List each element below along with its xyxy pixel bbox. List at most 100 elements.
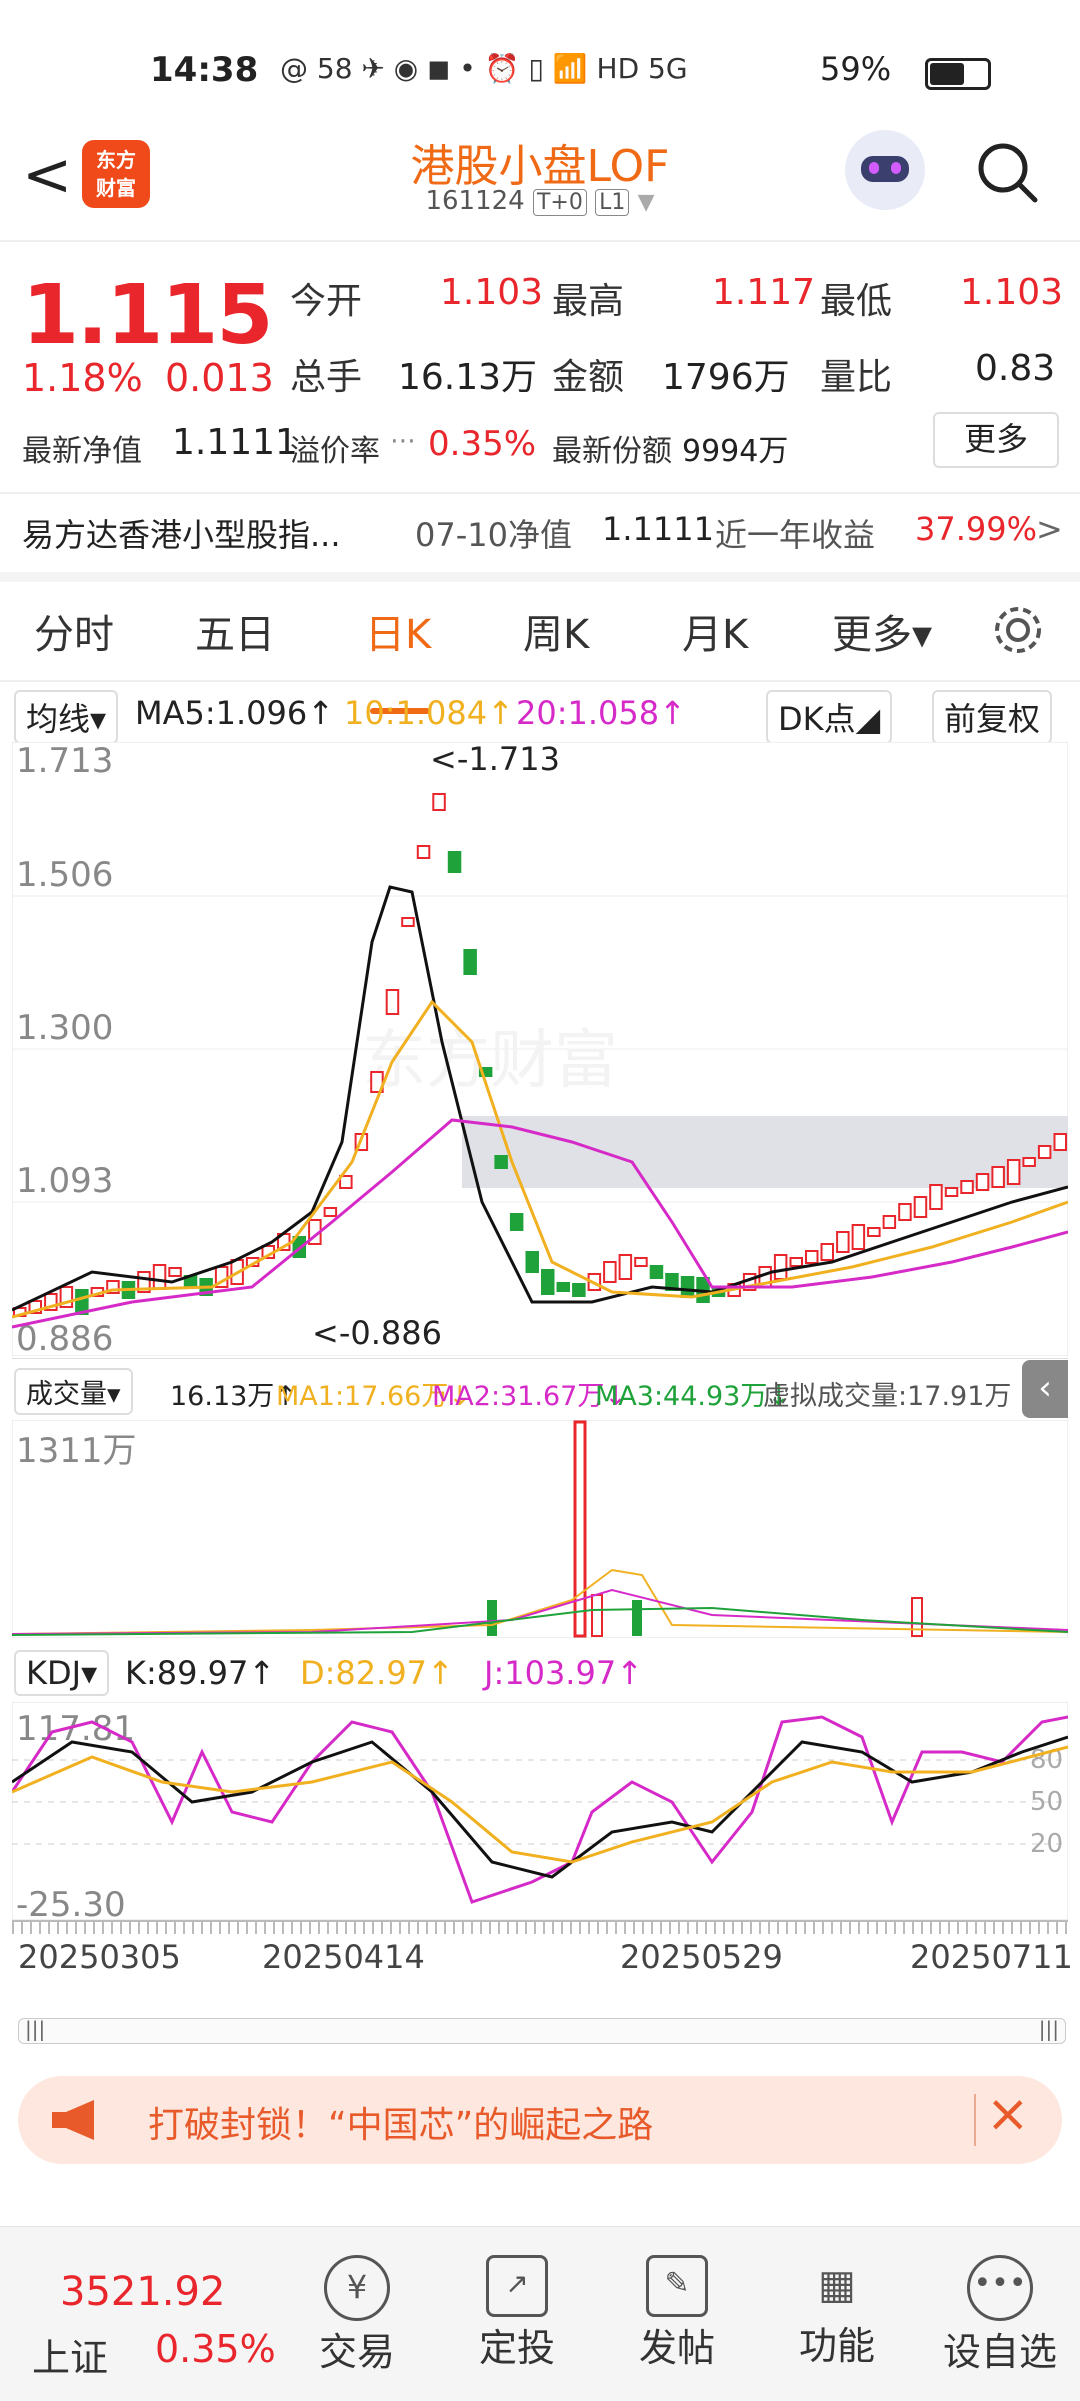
candle xyxy=(509,1213,524,1231)
tab-daily-k[interactable]: 日K xyxy=(365,602,431,660)
candle xyxy=(525,1251,539,1273)
low-label: 最低 xyxy=(820,281,893,322)
max-price-label: <-1.713 xyxy=(430,742,560,778)
kline-chart[interactable]: 东方财富 1.713 1.506 1.300 1.093 0.886 <-1.7… xyxy=(12,742,1068,1356)
kdj-d: D:82.97↑ xyxy=(300,1654,454,1692)
period-tabs: 分时 五日 日K 周K 月K 更多▾ xyxy=(0,572,1080,682)
post-button[interactable]: ✎ 发帖 xyxy=(622,2255,732,2372)
candle xyxy=(1053,1133,1067,1151)
candle xyxy=(898,1203,912,1221)
candle xyxy=(541,1269,555,1295)
dk-point-select[interactable]: DK点◢ xyxy=(766,690,893,744)
ma5-value: MA5:1.096↑ xyxy=(135,694,335,732)
fund-name: 易方达香港小型股指... xyxy=(22,516,341,554)
index-change: 0.35% xyxy=(155,2327,276,2371)
candle xyxy=(1006,1159,1021,1185)
chevron-down-icon[interactable]: ▼ xyxy=(638,190,655,215)
indicator-select[interactable]: 均线▾ xyxy=(14,690,119,744)
index-ticker[interactable]: 3521.92 上证 0.35% xyxy=(0,2227,300,2401)
collapse-panel-icon[interactable]: ‹ xyxy=(1022,1360,1068,1418)
date-label: 20250711 xyxy=(910,1938,1073,1976)
bottom-toolbar: 3521.92 上证 0.35% ¥ 交易 ↗ 定投 ✎ 发帖 ▦ 功能 •••… xyxy=(0,2226,1080,2401)
kdj-j: J:103.97↑ xyxy=(484,1654,643,1692)
candle xyxy=(603,1261,617,1283)
candle xyxy=(432,793,446,811)
tab-weekly-k[interactable]: 周K xyxy=(523,602,589,660)
volume-bar xyxy=(487,1600,497,1636)
kdj-20-label: 20 xyxy=(1030,1829,1063,1859)
date-label: 20250529 xyxy=(620,1938,783,1976)
candle xyxy=(416,845,431,859)
right-drag-handle[interactable]: ||| xyxy=(1039,2017,1059,2041)
banner-text: 打破封锁！“中国芯”的崛起之路 xyxy=(148,2105,654,2146)
kdj-50-label: 50 xyxy=(1030,1787,1063,1817)
chart-range-scrollbar[interactable]: ||| ||| xyxy=(18,2017,1066,2044)
candle xyxy=(152,1264,167,1290)
candle xyxy=(649,1265,664,1279)
nav-value: 1.1111 xyxy=(172,422,298,463)
more-button[interactable]: 更多 xyxy=(933,412,1059,468)
low-value: 1.103 xyxy=(960,272,1064,313)
close-icon[interactable]: × xyxy=(986,2084,1030,2144)
status-icons: @ 58 ✈ ◉ ◼ • ⏰ ▯ 📶 HD 5G xyxy=(280,52,688,85)
settings-gear-icon[interactable] xyxy=(990,602,1046,658)
candle xyxy=(556,1282,570,1292)
min-price-label: <-0.886 xyxy=(312,1314,442,1352)
info-icon[interactable]: ⋯ xyxy=(390,426,416,456)
divider xyxy=(0,240,1080,242)
candle xyxy=(773,1254,788,1280)
news-banner[interactable]: 打破封锁！“中国芯”的崛起之路 × xyxy=(18,2076,1062,2164)
left-drag-handle[interactable]: ||| xyxy=(25,2017,45,2041)
volume-max-label: 1311万 xyxy=(16,1431,137,1471)
edit-icon: ✎ xyxy=(646,2255,708,2317)
kdj-k: K:89.97↑ xyxy=(125,1654,276,1692)
candle xyxy=(680,1276,695,1298)
add-watchlist-label: 设自选 xyxy=(942,2330,1057,2374)
tab-five-day[interactable]: 五日 xyxy=(195,602,275,660)
volume-label: 总手 xyxy=(290,357,363,398)
volume-indicator-select[interactable]: 成交量▾ xyxy=(14,1368,133,1415)
year-return-label: 近一年收益 xyxy=(715,516,876,554)
candle xyxy=(913,1196,928,1218)
trade-button[interactable]: ¥ 交易 xyxy=(302,2255,412,2376)
robot-assistant-icon[interactable] xyxy=(845,130,925,210)
tab-intraday[interactable]: 分时 xyxy=(34,602,114,660)
nav-label: 最新净值 xyxy=(22,434,142,469)
grid-icon: ▦ xyxy=(818,2262,856,2308)
search-icon[interactable] xyxy=(975,140,1039,204)
y-label-3: 1.300 xyxy=(16,1008,113,1048)
trade-label: 交易 xyxy=(318,2330,395,2374)
date-label: 20250414 xyxy=(262,1938,425,1976)
high-value: 1.117 xyxy=(712,272,816,313)
candle xyxy=(882,1215,897,1229)
kdj-indicator-select[interactable]: KDJ▾ xyxy=(14,1650,110,1696)
auto-invest-button[interactable]: ↗ 定投 xyxy=(462,2255,572,2372)
candle xyxy=(867,1227,881,1237)
date-axis-ticks xyxy=(12,1920,1068,1934)
tab-monthly-k[interactable]: 月K xyxy=(682,602,748,660)
y-label-4: 1.093 xyxy=(16,1161,113,1201)
divider xyxy=(0,680,1080,682)
price-adjust-select[interactable]: 前复权 xyxy=(932,690,1053,744)
status-time: 14:38 xyxy=(150,50,259,90)
open-label: 今开 xyxy=(290,281,363,322)
virtual-volume: 虚拟成交量:17.91万 xyxy=(763,1381,1012,1412)
candle xyxy=(836,1231,850,1253)
add-watchlist-button[interactable]: ••• 设自选 xyxy=(935,2255,1065,2376)
candle xyxy=(789,1257,803,1267)
candle xyxy=(1037,1145,1052,1159)
candle xyxy=(960,1180,974,1194)
auto-invest-label: 定投 xyxy=(478,2326,555,2370)
candle xyxy=(851,1224,866,1250)
candle xyxy=(820,1243,834,1261)
candle xyxy=(975,1173,990,1191)
chevron-right-icon[interactable]: > xyxy=(1036,510,1063,548)
year-return-value: 37.99% xyxy=(915,510,1038,548)
ma10-value: 10:1.084↑ xyxy=(344,694,514,732)
fund-info-row[interactable]: 易方达香港小型股指... 07-10净值 1.1111 近一年收益 37.99%… xyxy=(0,494,1080,570)
megaphone-icon xyxy=(52,2100,94,2140)
tab-more[interactable]: 更多▾ xyxy=(832,602,932,660)
battery-icon xyxy=(925,58,991,90)
functions-button[interactable]: ▦ 功能 xyxy=(782,2255,892,2370)
ratio-label: 量比 xyxy=(820,357,893,398)
